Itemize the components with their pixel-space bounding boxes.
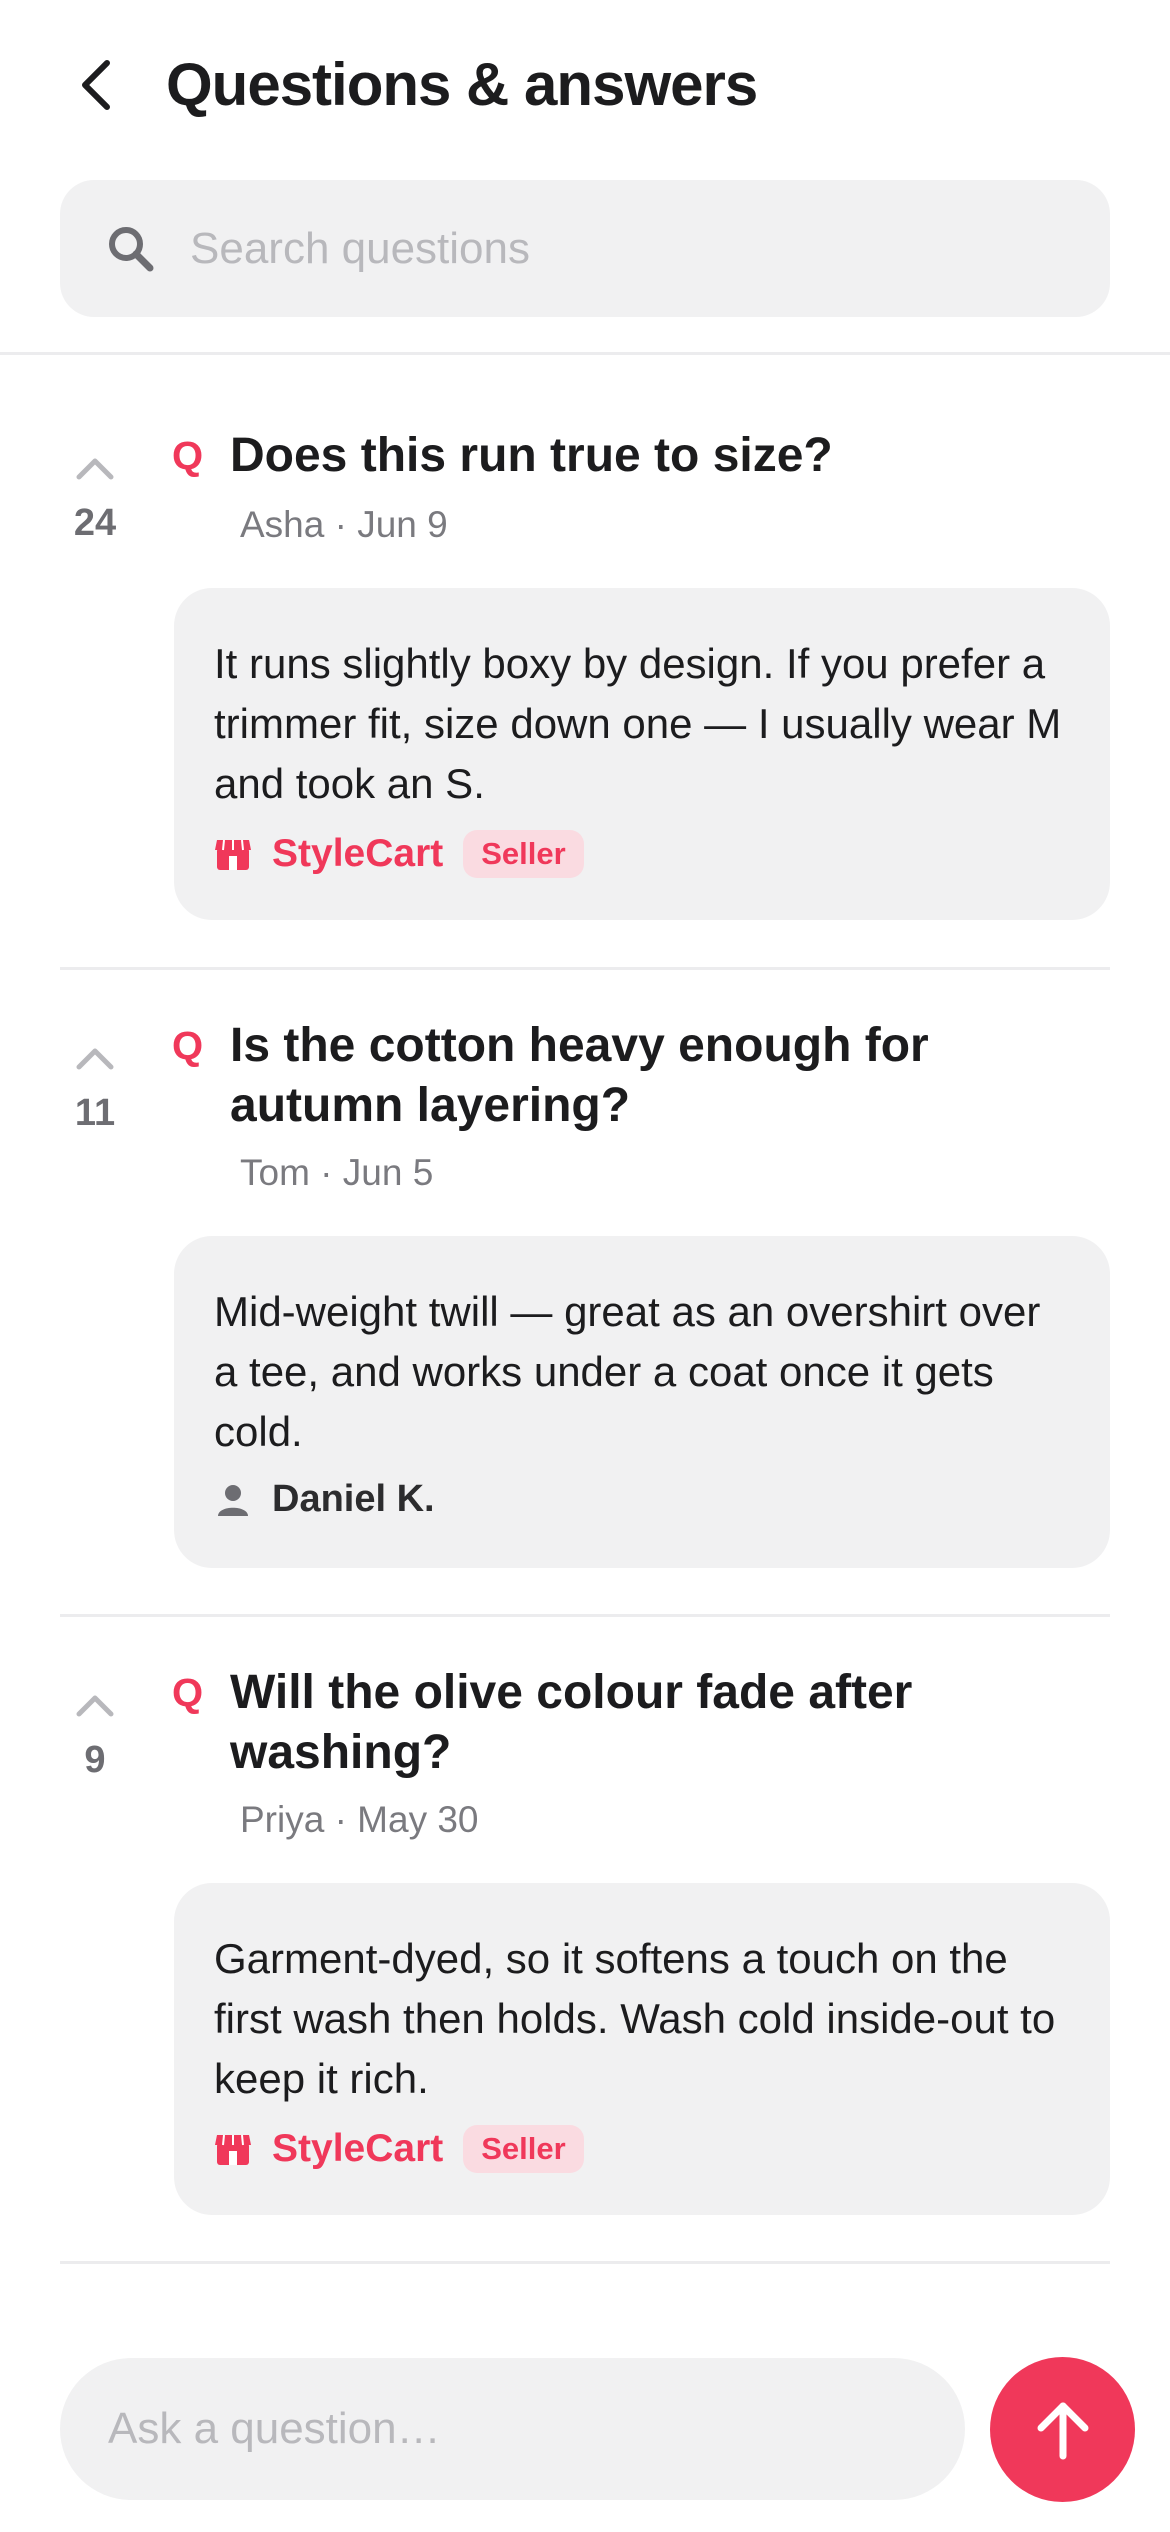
vote-control: 9 <box>60 1685 130 1782</box>
item-divider <box>60 2261 1110 2264</box>
question-text[interactable]: Does this run true to size? <box>230 426 1110 486</box>
question-marker: Q <box>172 1671 204 1715</box>
answer-text: It runs slightly boxy by design. If you … <box>214 640 1062 807</box>
vote-control: 11 <box>60 1038 130 1135</box>
upvote-button[interactable] <box>65 1685 125 1725</box>
answer-card: It runs slightly boxy by design. If you … <box>174 588 1110 920</box>
seller-badge: Seller <box>463 2125 584 2173</box>
question-meta: Tom · Jun 5 <box>240 1152 434 1193</box>
answer-card: Mid-weight twill — great as an overshirt… <box>174 1236 1110 1568</box>
header-divider <box>0 352 1170 355</box>
ask-question-input[interactable] <box>60 2358 965 2500</box>
header: Questions & answers <box>0 0 1170 170</box>
vote-count: 24 <box>73 502 117 544</box>
answer-text: Mid-weight twill — great as an overshirt… <box>214 1288 1041 1455</box>
search-icon <box>109 227 154 272</box>
store-icon <box>214 835 252 873</box>
vote-control: 24 <box>60 448 130 545</box>
question-text[interactable]: Is the cotton heavy enough for autumn la… <box>230 1016 1110 1136</box>
answer-author[interactable]: Daniel K. <box>214 1478 435 1521</box>
back-button[interactable] <box>60 50 130 120</box>
search-input[interactable] <box>190 180 1070 317</box>
question-marker: Q <box>172 1024 204 1068</box>
answer-card: Garment-dyed, so it softens a touch on t… <box>174 1883 1110 2215</box>
item-divider <box>60 1614 1110 1617</box>
search-bar[interactable] <box>60 180 1110 317</box>
question-meta: Asha · Jun 9 <box>240 504 448 545</box>
question-text[interactable]: Will the olive colour fade after washing… <box>230 1663 1110 1783</box>
answer-author[interactable]: StyleCart Seller <box>214 830 584 878</box>
chevron-up-icon <box>76 1048 114 1070</box>
question-meta: Priya · May 30 <box>240 1799 479 1840</box>
arrow-up-icon <box>1037 2402 1088 2459</box>
ask-bar <box>0 2322 1170 2532</box>
upvote-button[interactable] <box>65 1038 125 1078</box>
person-icon <box>214 1481 252 1519</box>
chevron-up-icon <box>76 1695 114 1717</box>
seller-badge: Seller <box>463 830 584 878</box>
page-title: Questions & answers <box>166 51 758 118</box>
answer-author[interactable]: StyleCart Seller <box>214 2125 584 2173</box>
item-divider <box>60 967 1110 970</box>
question-marker: Q <box>172 434 204 478</box>
vote-count: 11 <box>74 1092 116 1134</box>
send-button[interactable] <box>990 2357 1135 2502</box>
store-icon <box>214 2130 252 2168</box>
author-name: Daniel K. <box>272 1478 435 1520</box>
upvote-button[interactable] <box>65 448 125 488</box>
author-name: StyleCart <box>272 2127 444 2170</box>
vote-count: 9 <box>84 1739 106 1781</box>
author-name: StyleCart <box>272 832 444 875</box>
answer-text: Garment-dyed, so it softens a touch on t… <box>214 1935 1056 2102</box>
back-arrow-icon <box>82 60 110 110</box>
chevron-up-icon <box>76 458 114 480</box>
